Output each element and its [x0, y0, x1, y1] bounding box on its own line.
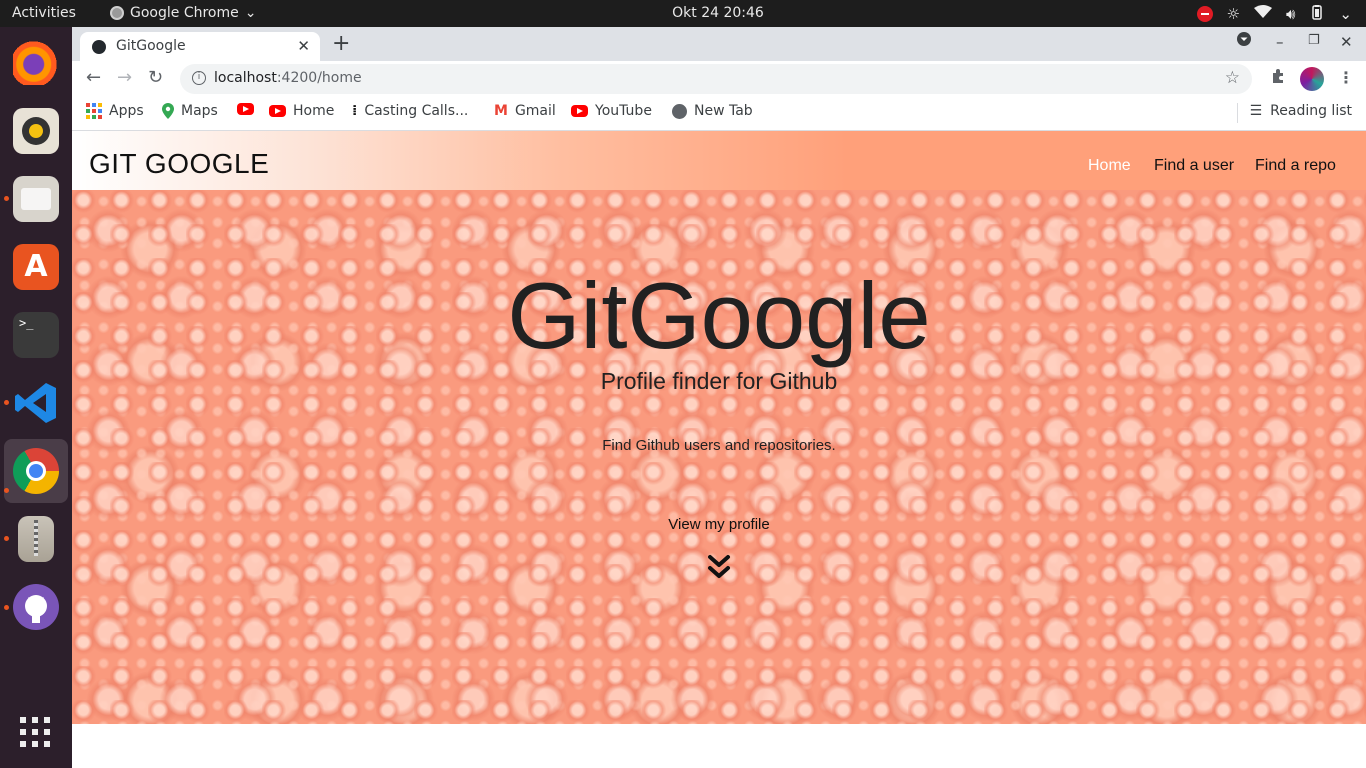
- close-tab-icon[interactable]: ✕: [297, 37, 310, 55]
- nav-find-repo[interactable]: Find a repo: [1255, 157, 1336, 175]
- running-indicator: [4, 605, 9, 610]
- back-arrow-icon[interactable]: ←: [86, 67, 101, 88]
- new-tab-button[interactable]: +: [332, 32, 350, 56]
- system-top-bar: Activities Google Chrome ⌄ Okt 24 20:46 …: [0, 0, 1366, 27]
- bookmark-maps[interactable]: Maps: [162, 103, 218, 119]
- system-tray[interactable]: ☼ 🔊︎ ⌄: [1196, 4, 1352, 24]
- app-menu-label: Google Chrome: [130, 5, 239, 21]
- nav-home[interactable]: Home: [1088, 157, 1131, 175]
- app-menu[interactable]: Google Chrome ⌄: [110, 5, 256, 21]
- running-indicator: [4, 196, 9, 201]
- close-window-icon[interactable]: ✕: [1340, 33, 1353, 51]
- site-navbar: GIT GOOGLE Home Find a user Find a repo: [72, 131, 1366, 190]
- dock: A >_: [0, 27, 72, 768]
- github-favicon-icon: [92, 40, 106, 54]
- running-indicator: [4, 536, 9, 541]
- hero-section: GitGoogle Profile finder for Github Find…: [72, 190, 1366, 724]
- apps-grid-icon: [86, 103, 102, 119]
- tab-gitgoogle[interactable]: GitGoogle ✕: [80, 32, 320, 61]
- running-indicator: [4, 488, 9, 493]
- reload-icon[interactable]: ↻: [148, 67, 163, 88]
- address-bar[interactable]: i localhost:4200/home ☆: [180, 64, 1252, 94]
- activities-button[interactable]: Activities: [12, 5, 76, 21]
- reading-list-button[interactable]: ☰ Reading list: [1250, 103, 1352, 119]
- bookmark-new-tab[interactable]: New Tab: [672, 103, 753, 119]
- minimize-icon[interactable]: –: [1276, 33, 1284, 51]
- bookmark-home[interactable]: Home: [269, 103, 334, 119]
- bookmarks-bar: Apps Maps Home ⁞ Casting Calls... M Gmai…: [72, 97, 1366, 131]
- firefox-icon[interactable]: [13, 39, 59, 85]
- extensions-icon[interactable]: [1270, 68, 1286, 88]
- youtube-icon: [269, 105, 286, 117]
- chevron-down-icon: ⌄: [244, 5, 257, 21]
- app-center-icon[interactable]: A: [13, 244, 59, 290]
- web-page: GIT GOOGLE Home Find a user Find a repo …: [72, 131, 1366, 768]
- profile-avatar[interactable]: [1300, 67, 1324, 91]
- brightness-icon[interactable]: ☼: [1227, 5, 1240, 23]
- bookmark-casting-calls[interactable]: ⁞ Casting Calls...: [352, 103, 468, 119]
- reading-list-icon: ☰: [1249, 103, 1263, 119]
- bookmark-star-icon[interactable]: ☆: [1225, 68, 1240, 88]
- bookmark-apps[interactable]: Apps: [86, 103, 144, 119]
- running-indicator: [4, 400, 9, 405]
- restore-icon[interactable]: ❐: [1308, 33, 1320, 48]
- backstage-icon: ⁞: [352, 103, 358, 119]
- view-profile-button[interactable]: View my profile: [644, 516, 794, 533]
- clock[interactable]: Okt 24 20:46: [672, 5, 764, 21]
- tab-search-icon[interactable]: [1236, 31, 1252, 51]
- site-info-icon[interactable]: i: [192, 71, 206, 85]
- rhythmbox-icon[interactable]: [13, 108, 59, 154]
- youtube-icon: [571, 105, 588, 117]
- files-icon[interactable]: [13, 176, 59, 222]
- youtube-icon: [237, 103, 254, 115]
- chevron-down-icon[interactable]: ⌄: [1339, 5, 1352, 23]
- url-text[interactable]: localhost:4200/home: [214, 70, 362, 86]
- site-brand[interactable]: GIT GOOGLE: [89, 148, 269, 180]
- vscode-icon[interactable]: [13, 380, 59, 426]
- bookmark-youtube-icon-only[interactable]: [237, 103, 254, 115]
- gmail-icon: M: [494, 103, 508, 119]
- globe-icon: [672, 103, 687, 119]
- show-apps-icon[interactable]: [20, 717, 50, 747]
- bookmark-youtube[interactable]: YouTube: [571, 103, 652, 119]
- tab-strip: GitGoogle ✕ + – ❐ ✕: [72, 27, 1366, 61]
- double-chevron-down-icon[interactable]: [707, 554, 731, 582]
- menu-kebab-icon[interactable]: ⋮: [1338, 68, 1354, 87]
- wifi-icon[interactable]: [1253, 5, 1272, 23]
- terminal-icon[interactable]: >_: [13, 312, 59, 358]
- forward-arrow-icon[interactable]: →: [117, 67, 132, 88]
- nav-find-user[interactable]: Find a user: [1154, 157, 1234, 175]
- chrome-mini-icon: [110, 6, 124, 20]
- tab-title: GitGoogle: [116, 38, 186, 54]
- volume-icon[interactable]: 🔊︎: [1286, 5, 1295, 23]
- hero-description: Find Github users and repositories.: [602, 437, 836, 454]
- bookmark-gmail[interactable]: M Gmail: [494, 103, 556, 119]
- bookmark-separator: [1237, 103, 1238, 123]
- hero-title: GitGoogle: [507, 263, 931, 368]
- battery-icon[interactable]: [1309, 4, 1325, 24]
- hero-subtitle: Profile finder for Github: [600, 368, 838, 394]
- browser-toolbar: ← → ↻ i localhost:4200/home ☆ ⋮: [72, 61, 1366, 97]
- maps-pin-icon: [162, 103, 174, 119]
- github-desktop-icon[interactable]: [13, 584, 59, 630]
- chrome-icon[interactable]: [13, 448, 59, 494]
- archive-icon[interactable]: [18, 516, 54, 562]
- do-not-disturb-icon[interactable]: [1196, 6, 1213, 22]
